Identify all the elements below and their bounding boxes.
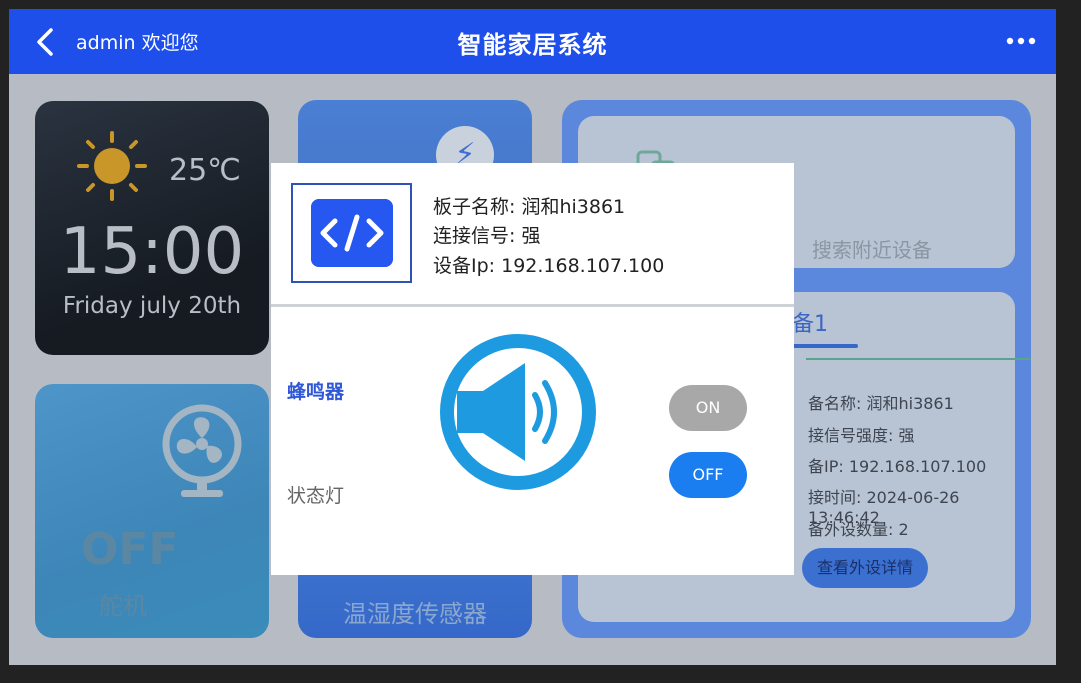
board-signal: 连接信号: 强: [433, 225, 541, 247]
clock-date: Friday july 20th: [62, 293, 242, 319]
page-title: 智能家居系统: [457, 31, 608, 59]
device-peripheral-count: 备外设数量: 2: [808, 520, 909, 539]
code-icon: [311, 199, 393, 267]
device-ip: 备IP: 192.168.107.100: [808, 457, 987, 476]
device-control-dialog: 板子名称: 润和hi3861 连接信号: 强 设备Ip: 192.168.107…: [271, 163, 794, 575]
temperature-text: 25℃: [169, 153, 241, 188]
sun-icon: [77, 131, 147, 201]
board-ip: 设备Ip: 192.168.107.100: [433, 255, 665, 277]
search-nearby-label: 搜索附近设备: [812, 238, 932, 262]
weather-card: 25℃ 15:00 Friday july 20th: [35, 101, 269, 355]
view-peripherals-button[interactable]: 查看外设详情: [802, 548, 928, 588]
dialog-divider: [271, 304, 794, 307]
status-led-option[interactable]: 状态灯: [287, 481, 344, 508]
fan-icon: [162, 404, 242, 497]
device-signal: 接信号强度: 强: [808, 426, 915, 445]
board-name: 板子名称: 润和hi3861: [433, 196, 626, 218]
clock-time: 15:00: [59, 215, 245, 289]
servo-state: OFF: [81, 524, 179, 575]
off-button[interactable]: OFF: [669, 452, 747, 498]
board-icon-frame: [291, 183, 412, 283]
servo-label: 舵机: [99, 592, 147, 620]
divider: [806, 358, 1031, 360]
speaker-icon: [440, 334, 596, 490]
buzzer-option[interactable]: 蜂鸣器: [287, 377, 344, 404]
servo-card[interactable]: OFF 舵机: [35, 384, 269, 638]
on-button[interactable]: ON: [669, 385, 747, 431]
tab-device-1[interactable]: 备1: [792, 306, 828, 338]
device-name: 备名称: 润和hi3861: [808, 394, 954, 413]
tab-underline: [792, 344, 858, 348]
more-horizontal-icon[interactable]: [1006, 35, 1036, 47]
header-bar: admin 欢迎您 智能家居系统: [9, 9, 1056, 74]
sensor-label: 温湿度传感器: [343, 600, 487, 628]
